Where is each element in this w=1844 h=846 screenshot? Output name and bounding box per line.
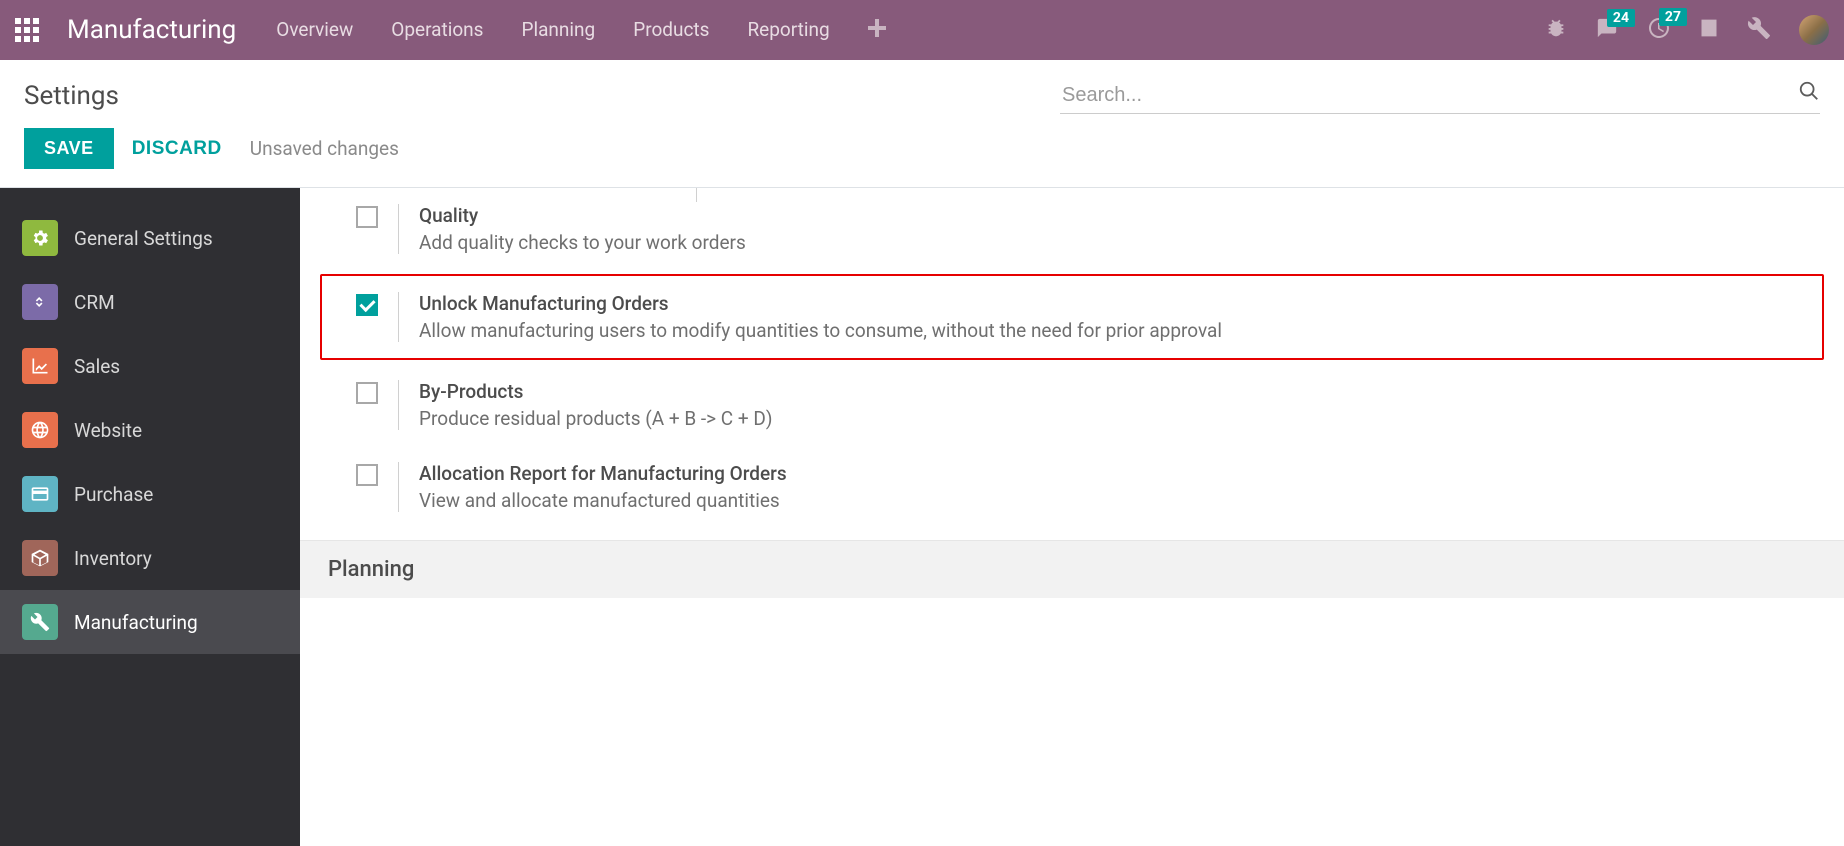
divider-stub	[696, 188, 697, 202]
setting-title: By-Products	[419, 380, 772, 403]
chat-icon[interactable]: 24	[1595, 17, 1619, 43]
sidebar-item-label: Purchase	[74, 483, 153, 506]
bug-icon[interactable]	[1545, 17, 1567, 43]
wrench-small-icon	[22, 604, 58, 640]
search-icon[interactable]	[1798, 80, 1820, 106]
sidebar-item-manufacturing[interactable]: Manufacturing	[0, 590, 300, 654]
sidebar-item-label: Manufacturing	[74, 611, 198, 634]
sidebar-item-sales[interactable]: Sales	[0, 334, 300, 398]
card-icon	[22, 476, 58, 512]
apps-grid-icon[interactable]	[15, 18, 39, 42]
page-title: Settings	[24, 81, 119, 111]
nav-planning[interactable]: Planning	[521, 18, 595, 43]
checkbox-unlock-mo[interactable]	[356, 294, 378, 316]
action-bar: SAVE DISCARD Unsaved changes	[0, 114, 1844, 187]
checkbox-allocation-report[interactable]	[356, 464, 378, 486]
setting-title: Unlock Manufacturing Orders	[419, 292, 1222, 315]
nav-reporting[interactable]: Reporting	[747, 18, 829, 43]
sidebar-item-label: Sales	[74, 355, 120, 378]
search-input[interactable]	[1060, 78, 1820, 114]
setting-unlock-mo: Unlock Manufacturing Orders Allow manufa…	[320, 274, 1824, 360]
handshake-icon	[22, 284, 58, 320]
settings-sidebar: General Settings CRM Sales Website Purch…	[0, 188, 300, 846]
sidebar-item-label: General Settings	[74, 227, 213, 250]
sidebar-item-label: Inventory	[74, 547, 152, 570]
setting-title: Allocation Report for Manufacturing Orde…	[419, 462, 787, 485]
nav-operations[interactable]: Operations	[391, 18, 483, 43]
setting-title: Quality	[419, 204, 746, 227]
sidebar-item-website[interactable]: Website	[0, 398, 300, 462]
chat-badge: 24	[1607, 9, 1635, 27]
sidebar-item-purchase[interactable]: Purchase	[0, 462, 300, 526]
sidebar-item-general[interactable]: General Settings	[0, 206, 300, 270]
sidebar-item-label: CRM	[74, 291, 115, 314]
top-nav: Overview Operations Planning Products Re…	[276, 18, 1545, 43]
wrench-icon[interactable]	[1747, 16, 1771, 44]
nav-overview[interactable]: Overview	[276, 18, 353, 43]
setting-quality: Quality Add quality checks to your work …	[300, 188, 1844, 270]
discard-button[interactable]: DISCARD	[132, 138, 222, 160]
checkbox-quality[interactable]	[356, 206, 378, 228]
app-name: Manufacturing	[67, 15, 236, 45]
sidebar-item-crm[interactable]: CRM	[0, 270, 300, 334]
globe-icon	[22, 412, 58, 448]
nav-products[interactable]: Products	[633, 18, 709, 43]
topbar-right: 24 27	[1545, 15, 1829, 45]
building-icon[interactable]	[1699, 17, 1719, 43]
setting-allocation-report: Allocation Report for Manufacturing Orde…	[300, 446, 1844, 528]
setting-by-products: By-Products Produce residual products (A…	[300, 364, 1844, 446]
user-avatar[interactable]	[1799, 15, 1829, 45]
sub-header: Settings	[0, 60, 1844, 114]
unsaved-label: Unsaved changes	[250, 137, 399, 160]
setting-desc: Produce residual products (A + B -> C + …	[419, 407, 772, 430]
plus-icon[interactable]	[868, 18, 886, 43]
setting-desc: View and allocate manufactured quantitie…	[419, 489, 787, 512]
save-button[interactable]: SAVE	[24, 128, 114, 169]
sidebar-item-inventory[interactable]: Inventory	[0, 526, 300, 590]
setting-desc: Allow manufacturing users to modify quan…	[419, 319, 1222, 342]
box-icon	[22, 540, 58, 576]
activity-badge: 27	[1659, 8, 1687, 26]
section-planning: Planning	[300, 540, 1844, 598]
settings-content: Quality Add quality checks to your work …	[300, 188, 1844, 846]
search-wrap	[1060, 78, 1820, 114]
top-navbar: Manufacturing Overview Operations Planni…	[0, 0, 1844, 60]
chart-line-icon	[22, 348, 58, 384]
checkbox-by-products[interactable]	[356, 382, 378, 404]
gear-icon	[22, 220, 58, 256]
setting-desc: Add quality checks to your work orders	[419, 231, 746, 254]
clock-icon[interactable]: 27	[1647, 16, 1671, 44]
sidebar-item-label: Website	[74, 419, 142, 442]
